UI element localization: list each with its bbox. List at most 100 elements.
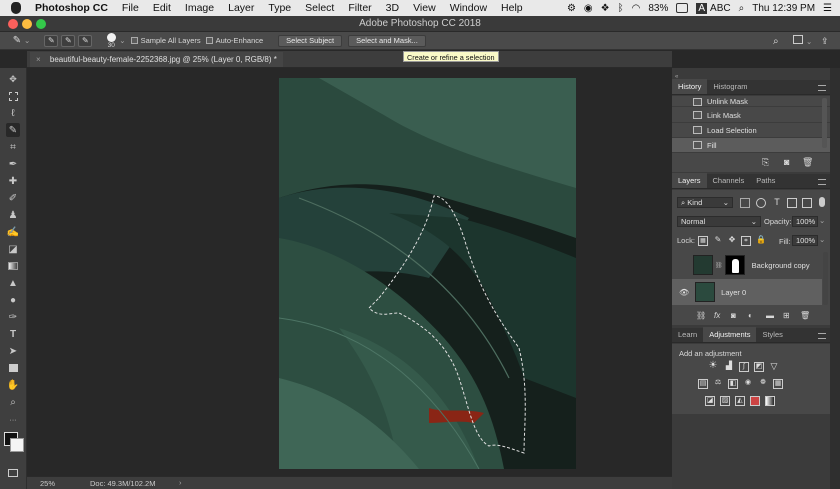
layer-row[interactable]: ⛓ Background copy <box>672 252 822 278</box>
auto-enhance-checkbox[interactable] <box>205 37 213 44</box>
tab-styles[interactable]: Styles <box>756 330 788 342</box>
filter-toggle[interactable] <box>819 197 825 207</box>
adjustments-panel-menu-icon[interactable] <box>818 333 826 339</box>
history-scrollbar[interactable] <box>822 98 827 148</box>
spotlight-icon[interactable]: ⌕ <box>739 3 745 14</box>
posterize-icon[interactable]: ▨ <box>720 396 730 406</box>
lock-all-icon[interactable]: 🔒 <box>756 236 766 246</box>
dodge-tool-icon[interactable]: ● <box>6 293 20 307</box>
creative-cloud-icon[interactable]: ⚙ <box>567 3 576 14</box>
quick-selection-preset-icon[interactable]: ✎ <box>10 35 24 47</box>
menu-filter[interactable]: Filter <box>348 2 371 14</box>
history-panel-menu-icon[interactable] <box>818 85 826 91</box>
menu-select[interactable]: Select <box>305 2 334 14</box>
battery-icon[interactable] <box>676 3 689 13</box>
filter-smart-object-icon[interactable] <box>802 198 812 208</box>
gradient-tool-icon[interactable] <box>6 259 20 273</box>
menu-3d[interactable]: 3D <box>386 2 399 14</box>
status-icon[interactable]: ◉ <box>584 3 593 14</box>
tab-histogram[interactable]: Histogram <box>707 82 753 94</box>
visibility-toggle[interactable] <box>679 261 687 269</box>
background-color-swatch[interactable] <box>10 438 24 452</box>
history-item[interactable]: Load Selection <box>672 123 830 138</box>
healing-brush-tool-icon[interactable]: ✚ <box>6 174 20 188</box>
new-document-from-state-icon[interactable]: ⎘ <box>762 157 769 168</box>
add-mask-icon[interactable]: ◙ <box>731 311 736 320</box>
zoom-tool-icon[interactable]: ⌕ <box>6 395 20 409</box>
delete-layer-icon[interactable]: 🗑 <box>800 311 810 320</box>
eraser-tool-icon[interactable]: ◪ <box>6 242 20 256</box>
quick-mask-icon[interactable] <box>6 466 20 480</box>
filter-adjustment-icon[interactable] <box>756 198 766 208</box>
subtract-from-selection-icon[interactable]: ✎ <box>78 34 93 47</box>
layer-row-selected[interactable]: 👁 Layer 0 <box>672 279 822 305</box>
preset-chevron-down-icon[interactable]: ⌄ <box>24 35 30 47</box>
vibrance-icon[interactable]: ▽ <box>769 362 779 372</box>
menu-edit[interactable]: Edit <box>153 2 171 14</box>
filter-type-icon[interactable]: T <box>772 198 782 208</box>
dock-collapse-strip[interactable] <box>830 68 840 489</box>
status-menu-chevron-icon[interactable]: › <box>179 478 182 487</box>
zoom-level[interactable]: 25% <box>40 479 55 488</box>
fill-chevron-down-icon[interactable]: ⌄ <box>819 235 825 244</box>
dropbox-icon[interactable]: ❖ <box>601 3 610 14</box>
input-source[interactable]: ABC <box>710 3 731 14</box>
tab-learn[interactable]: Learn <box>672 330 703 342</box>
photo-filter-icon[interactable]: ◉ <box>743 379 753 389</box>
invert-icon[interactable]: ◪ <box>705 396 715 406</box>
exposure-icon[interactable]: ◩ <box>754 362 764 372</box>
brush-size-picker[interactable]: 30 <box>105 32 117 49</box>
tab-history[interactable]: History <box>672 79 708 94</box>
document-image[interactable] <box>279 78 576 469</box>
eyedropper-tool-icon[interactable]: ✒ <box>6 157 20 171</box>
adjustment-layer-icon[interactable]: ◐ <box>748 311 753 320</box>
hand-tool-icon[interactable]: ✋ <box>6 378 20 392</box>
lock-position-icon[interactable]: ✥ <box>727 236 737 246</box>
eye-icon[interactable]: 👁 <box>679 288 689 297</box>
document-tab[interactable]: × beautiful-beauty-female-2252368.jpg @ … <box>30 52 283 67</box>
close-tab-icon[interactable]: × <box>36 55 41 64</box>
menu-view[interactable]: View <box>413 2 436 14</box>
opacity-chevron-down-icon[interactable]: ⌄ <box>819 216 825 225</box>
black-white-icon[interactable]: ◧ <box>728 379 738 389</box>
history-item[interactable]: Link Mask <box>672 108 830 123</box>
layers-panel-menu-icon[interactable] <box>818 179 826 185</box>
brightness-contrast-icon[interactable]: ☀ <box>708 361 718 372</box>
lasso-tool-icon[interactable]: ℓ <box>6 106 20 120</box>
move-tool-icon[interactable]: ✥ <box>6 72 20 86</box>
select-and-mask-button[interactable]: Select and Mask... <box>348 34 426 47</box>
layer-filter-kind[interactable]: ⌕ Kind ⌄ <box>677 197 733 208</box>
filter-pixel-icon[interactable] <box>740 198 750 208</box>
menu-app-name[interactable]: Photoshop CC <box>35 2 108 14</box>
tab-adjustments[interactable]: Adjustments <box>703 327 757 342</box>
wifi-icon[interactable]: ◠ <box>632 3 641 14</box>
lock-transparent-pixels-icon[interactable]: ▦ <box>698 236 708 246</box>
lock-image-pixels-icon[interactable]: ✎ <box>713 236 723 246</box>
selective-color-icon[interactable] <box>750 396 760 406</box>
auto-enhance-option[interactable]: Auto-Enhance <box>205 35 263 47</box>
tab-channels[interactable]: Channels <box>707 176 751 188</box>
mask-link-icon[interactable]: ⛓ <box>715 262 723 269</box>
blend-mode-select[interactable]: Normal ⌄ <box>677 216 761 227</box>
blur-tool-icon[interactable]: ▲ <box>6 276 20 290</box>
quick-selection-tool-icon[interactable]: ✎ <box>6 123 20 137</box>
snapshot-icon[interactable]: ◙ <box>784 157 789 167</box>
rectangle-tool-icon[interactable] <box>6 361 20 375</box>
hue-saturation-icon[interactable]: ▤ <box>698 379 708 389</box>
menu-image[interactable]: Image <box>185 2 214 14</box>
group-layers-icon[interactable]: ▬ <box>766 311 774 320</box>
history-item[interactable]: Unlink Mask <box>672 96 830 107</box>
history-item-selected[interactable]: Fill <box>672 138 830 153</box>
brush-chevron-down-icon[interactable]: ⌄ <box>119 35 125 47</box>
opacity-input[interactable]: 100% <box>792 216 818 227</box>
search-icon[interactable]: ⌕ <box>773 35 779 47</box>
menu-layer[interactable]: Layer <box>228 2 254 14</box>
levels-icon[interactable]: ▟ <box>724 362 734 372</box>
share-icon[interactable]: ⇪ <box>821 35 829 47</box>
threshold-icon[interactable]: ◭ <box>735 396 745 406</box>
curves-icon[interactable]: ∫ <box>739 362 749 372</box>
more-tools-icon[interactable]: ··· <box>6 413 20 427</box>
menu-file[interactable]: File <box>122 2 139 14</box>
workspace-chevron-down-icon[interactable]: ⌄ <box>806 35 812 47</box>
crop-tool-icon[interactable]: ⌗ <box>6 140 20 154</box>
